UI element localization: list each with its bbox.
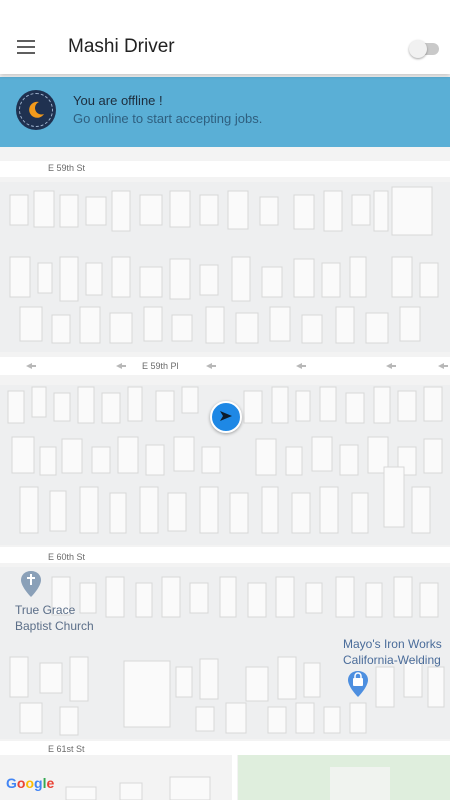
street-label-59th-pl: E 59th Pl	[142, 361, 179, 371]
offline-banner: You are offline ! Go online to start acc…	[0, 77, 450, 147]
app-title: Mashi Driver	[68, 36, 175, 57]
poi-mayos-line1: Mayo's Iron Works	[343, 637, 442, 651]
online-toggle[interactable]	[409, 40, 439, 58]
poi-mayos-line2: California-Welding	[343, 653, 441, 667]
map-view[interactable]: E 59th St E 59th Pl E 60th St E 61st St …	[0, 147, 450, 800]
street-label-60th-st: E 60th St	[48, 552, 86, 562]
moon-icon	[16, 90, 56, 130]
poi-church-line2: Baptist Church	[15, 619, 94, 633]
offline-subtitle: Go online to start accepting jobs.	[73, 111, 263, 126]
app-bar: Mashi Driver	[0, 0, 450, 74]
google-logo: Google	[6, 775, 55, 791]
menu-icon[interactable]	[17, 40, 35, 54]
offline-title: You are offline !	[73, 93, 163, 108]
street-label-59th-st: E 59th St	[48, 163, 86, 173]
current-location-icon[interactable]	[210, 401, 242, 433]
toggle-thumb	[409, 40, 427, 58]
street-label-61st-st: E 61st St	[48, 744, 85, 754]
poi-church-line1: True Grace	[15, 603, 76, 617]
